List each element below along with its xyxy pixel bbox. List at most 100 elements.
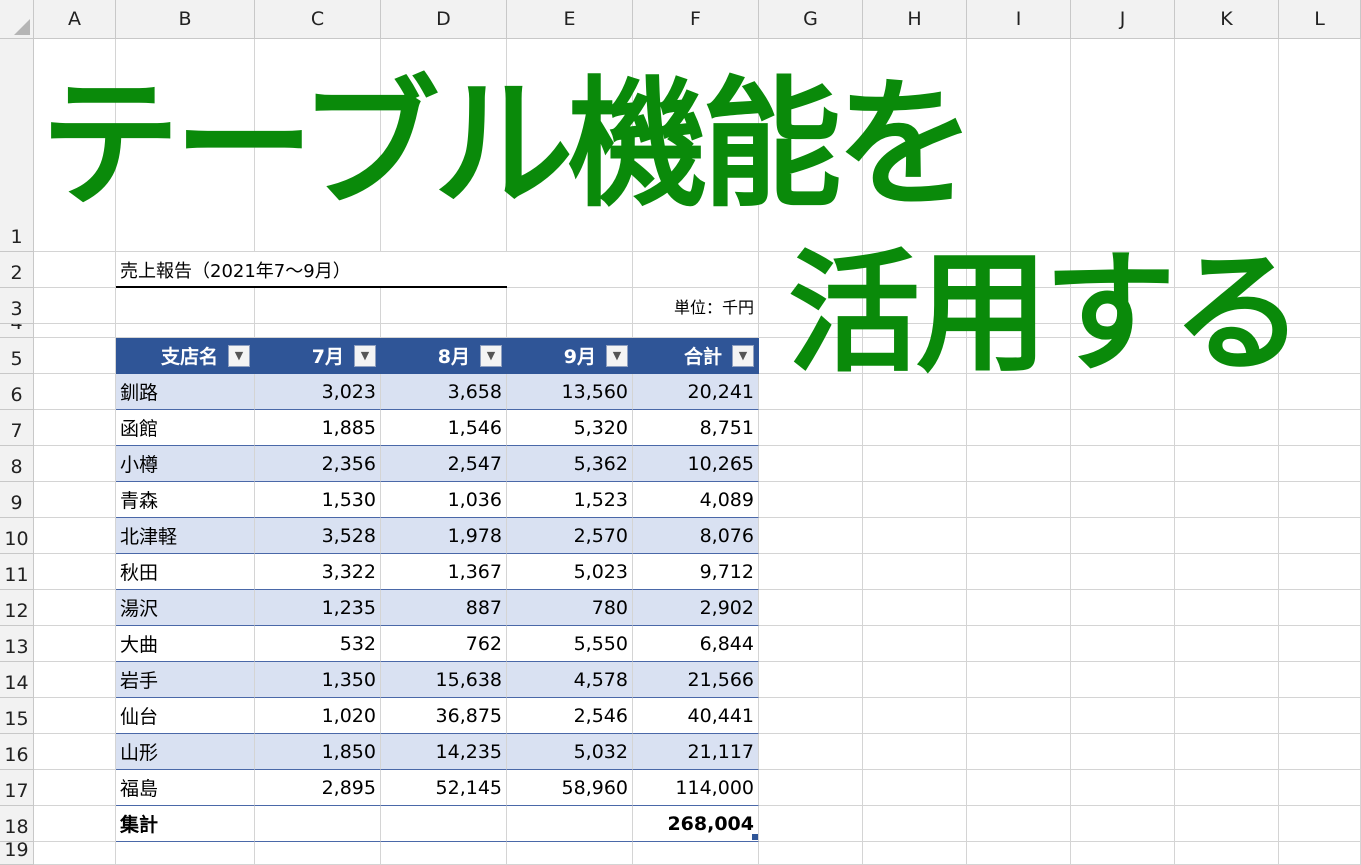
grid-cell[interactable] [1071, 590, 1175, 626]
row-header-1[interactable]: 1 [0, 39, 34, 252]
grid-cell[interactable] [1175, 410, 1279, 446]
unit-label[interactable]: 単位：千円 [633, 288, 759, 324]
grid-cell[interactable] [34, 806, 116, 842]
column-header-a[interactable]: A [34, 0, 116, 39]
grid-cell[interactable] [34, 374, 116, 410]
grid-cell[interactable] [967, 698, 1071, 734]
row-header-19[interactable]: 19 [0, 842, 34, 865]
branch-name-cell[interactable]: 仙台 [116, 698, 255, 734]
branch-name-cell[interactable]: 秋田 [116, 554, 255, 590]
filter-dropdown-icon[interactable]: ▼ [480, 344, 502, 367]
grid-cell[interactable] [507, 842, 633, 865]
grid-cell[interactable] [34, 410, 116, 446]
grid-cell[interactable] [116, 324, 255, 338]
grid-cell[interactable] [863, 554, 967, 590]
grid-cell[interactable] [34, 734, 116, 770]
row-header-15[interactable]: 15 [0, 698, 34, 734]
value-cell[interactable]: 8,076 [633, 518, 759, 554]
grid-cell[interactable] [507, 288, 633, 324]
value-cell[interactable]: 3,322 [255, 554, 381, 590]
row-header-9[interactable]: 9 [0, 482, 34, 518]
value-cell[interactable]: 1,350 [255, 662, 381, 698]
row-header-6[interactable]: 6 [0, 374, 34, 410]
grid-cell[interactable] [1071, 842, 1175, 865]
row-header-7[interactable]: 7 [0, 410, 34, 446]
total-empty-cell[interactable] [507, 806, 633, 842]
value-cell[interactable]: 2,546 [507, 698, 633, 734]
table-header-5[interactable]: 合計 ▼ [633, 338, 759, 374]
table-header-4[interactable]: 9月 ▼ [507, 338, 633, 374]
value-cell[interactable]: 3,658 [381, 374, 507, 410]
grid-cell[interactable] [863, 482, 967, 518]
value-cell[interactable]: 4,578 [507, 662, 633, 698]
grid-cell[interactable] [381, 324, 507, 338]
row-header-18[interactable]: 18 [0, 806, 34, 842]
grid-cell[interactable] [1279, 590, 1361, 626]
grid-cell[interactable] [1071, 698, 1175, 734]
total-label-cell[interactable]: 集計 [116, 806, 255, 842]
branch-name-cell[interactable]: 山形 [116, 734, 255, 770]
grid-cell[interactable] [863, 590, 967, 626]
grid-cell[interactable] [967, 842, 1071, 865]
grid-cell[interactable] [759, 446, 863, 482]
grid-cell[interactable] [1071, 662, 1175, 698]
branch-name-cell[interactable]: 北津軽 [116, 518, 255, 554]
grid-cell[interactable] [1279, 518, 1361, 554]
row-header-5[interactable]: 5 [0, 338, 34, 374]
grid-cell[interactable] [759, 662, 863, 698]
value-cell[interactable]: 5,023 [507, 554, 633, 590]
column-header-b[interactable]: B [116, 0, 255, 39]
filter-dropdown-icon[interactable]: ▼ [606, 344, 628, 367]
grid-cell[interactable] [1175, 518, 1279, 554]
row-header-12[interactable]: 12 [0, 590, 34, 626]
grid-cell[interactable] [1279, 39, 1361, 252]
value-cell[interactable]: 4,089 [633, 482, 759, 518]
value-cell[interactable]: 532 [255, 626, 381, 662]
grid-cell[interactable] [1279, 410, 1361, 446]
select-all-corner[interactable] [0, 0, 34, 39]
grid-cell[interactable] [255, 324, 381, 338]
grid-cell[interactable] [863, 626, 967, 662]
grid-cell[interactable] [34, 288, 116, 324]
grid-cell[interactable] [1071, 446, 1175, 482]
grid-cell[interactable] [1071, 554, 1175, 590]
grid-cell[interactable] [1279, 662, 1361, 698]
row-header-10[interactable]: 10 [0, 518, 34, 554]
grid-cell[interactable] [863, 518, 967, 554]
value-cell[interactable]: 52,145 [381, 770, 507, 806]
value-cell[interactable]: 2,570 [507, 518, 633, 554]
grid-cell[interactable] [863, 698, 967, 734]
grid-cell[interactable] [1279, 770, 1361, 806]
value-cell[interactable]: 1,885 [255, 410, 381, 446]
grid-cell[interactable] [34, 338, 116, 374]
column-header-i[interactable]: I [967, 0, 1071, 39]
grid-cell[interactable] [1175, 39, 1279, 252]
grid-cell[interactable] [967, 410, 1071, 446]
grid-cell[interactable] [967, 734, 1071, 770]
total-empty-cell[interactable] [255, 806, 381, 842]
table-header-2[interactable]: 7月 ▼ [255, 338, 381, 374]
filter-dropdown-icon[interactable]: ▼ [732, 344, 754, 367]
value-cell[interactable]: 9,712 [633, 554, 759, 590]
value-cell[interactable]: 3,528 [255, 518, 381, 554]
grid-cell[interactable] [255, 842, 381, 865]
row-header-16[interactable]: 16 [0, 734, 34, 770]
grid-cell[interactable] [863, 770, 967, 806]
value-cell[interactable]: 887 [381, 590, 507, 626]
column-header-k[interactable]: K [1175, 0, 1279, 39]
value-cell[interactable]: 5,362 [507, 446, 633, 482]
column-header-e[interactable]: E [507, 0, 633, 39]
grid-cell[interactable] [759, 842, 863, 865]
grid-cell[interactable] [967, 482, 1071, 518]
grid-cell[interactable] [759, 554, 863, 590]
branch-name-cell[interactable]: 釧路 [116, 374, 255, 410]
row-header-13[interactable]: 13 [0, 626, 34, 662]
grid-cell[interactable] [1071, 482, 1175, 518]
grid-cell[interactable] [1279, 626, 1361, 662]
table-header-3[interactable]: 8月 ▼ [381, 338, 507, 374]
value-cell[interactable]: 1,978 [381, 518, 507, 554]
value-cell[interactable]: 114,000 [633, 770, 759, 806]
grid-cell[interactable] [381, 288, 507, 324]
grid-cell[interactable] [1071, 39, 1175, 252]
row-header-17[interactable]: 17 [0, 770, 34, 806]
